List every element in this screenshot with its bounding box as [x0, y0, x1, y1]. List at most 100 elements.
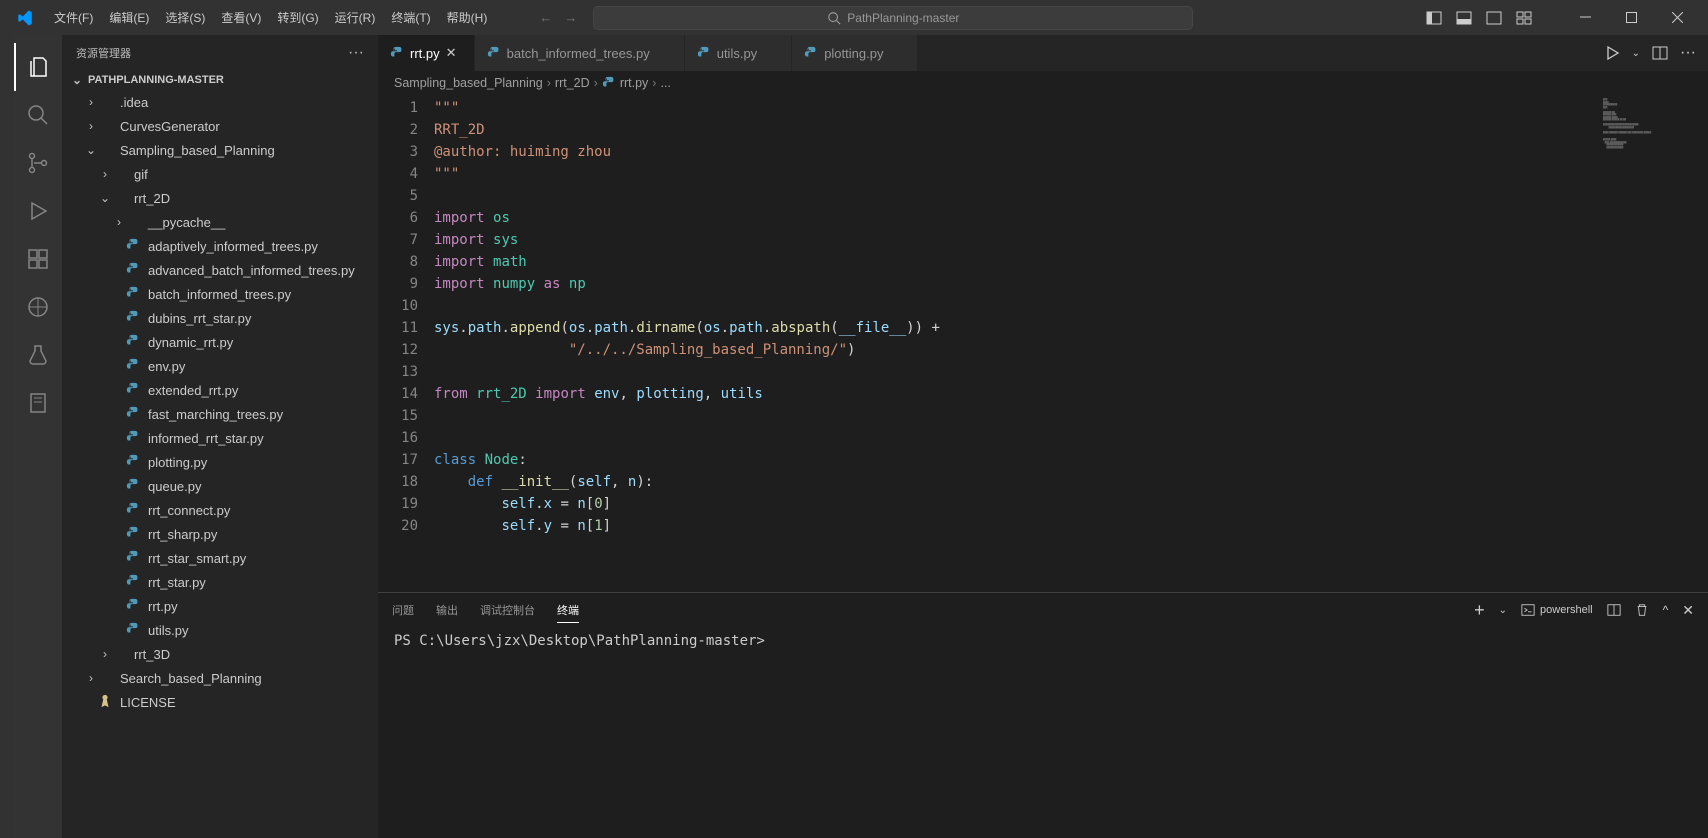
editor-tab[interactable]: rrt.py✕ [378, 35, 475, 71]
panel-tab-output[interactable]: 输出 [436, 598, 458, 622]
file-icon [126, 406, 142, 422]
panel-tab-problems[interactable]: 问题 [392, 598, 414, 622]
remote-activity-icon[interactable] [14, 283, 62, 331]
folder-icon [98, 94, 114, 110]
python-file-icon [697, 46, 711, 60]
file-tree[interactable]: ›.idea›CurvesGenerator⌄Sampling_based_Pl… [62, 90, 378, 838]
extensions-activity-icon[interactable] [14, 235, 62, 283]
menu-item[interactable]: 终端(T) [383, 5, 438, 30]
tree-file[interactable]: rrt_sharp.py [62, 522, 378, 546]
editor-tab[interactable]: batch_informed_trees.py✕ [475, 35, 685, 71]
chevron-down-icon: ⌄ [84, 143, 98, 157]
tree-label: utils.py [148, 623, 188, 638]
titlebar: 文件(F)编辑(E)选择(S)查看(V)转到(G)运行(R)终端(T)帮助(H)… [0, 0, 1708, 35]
tree-folder[interactable]: ›Search_based_Planning [62, 666, 378, 690]
tree-file[interactable]: queue.py [62, 474, 378, 498]
tree-folder[interactable]: ⌄rrt_2D [62, 186, 378, 210]
split-terminal-icon[interactable] [1607, 603, 1621, 617]
menu-item[interactable]: 帮助(H) [439, 5, 496, 30]
nav-back-icon[interactable]: ← [539, 10, 552, 25]
split-editor-icon[interactable] [1652, 45, 1668, 61]
new-terminal-icon[interactable]: + [1474, 600, 1485, 621]
run-icon[interactable] [1604, 45, 1620, 61]
tab-more-icon[interactable]: ··· [1680, 44, 1696, 62]
file-icon [126, 358, 142, 374]
tree-file[interactable]: LICENSE [62, 690, 378, 714]
breadcrumb-seg[interactable]: ... [660, 76, 670, 90]
tree-file[interactable]: batch_informed_trees.py [62, 282, 378, 306]
chevron-right-icon: › [84, 119, 98, 133]
run-debug-activity-icon[interactable] [14, 187, 62, 235]
python-file-icon [602, 76, 616, 90]
tree-file[interactable]: env.py [62, 354, 378, 378]
tree-file[interactable]: plotting.py [62, 450, 378, 474]
menu-item[interactable]: 查看(V) [213, 5, 269, 30]
code-content[interactable]: """ RRT_2D @author: huiming zhou """ imp… [434, 95, 1598, 592]
tree-file[interactable]: advanced_batch_informed_trees.py [62, 258, 378, 282]
tree-folder[interactable]: ›rrt_3D [62, 642, 378, 666]
customize-layout-icon[interactable] [1516, 10, 1532, 26]
tree-file[interactable]: rrt_star_smart.py [62, 546, 378, 570]
panel-tab-terminal[interactable]: 终端 [557, 598, 579, 623]
layout-right-icon[interactable] [1486, 10, 1502, 26]
breadcrumb-seg[interactable]: rrt_2D [555, 76, 590, 90]
menu-item[interactable]: 选择(S) [157, 5, 213, 30]
maximize-button[interactable] [1608, 0, 1654, 35]
tree-folder[interactable]: ›.idea [62, 90, 378, 114]
tree-file[interactable]: rrt.py [62, 594, 378, 618]
chevron-right-icon: › [547, 76, 551, 90]
file-icon [126, 550, 142, 566]
tree-file[interactable]: informed_rrt_star.py [62, 426, 378, 450]
close-panel-icon[interactable]: ✕ [1682, 602, 1694, 619]
nav-forward-icon[interactable]: → [564, 10, 577, 25]
tree-file[interactable]: dynamic_rrt.py [62, 330, 378, 354]
menu-item[interactable]: 编辑(E) [101, 5, 157, 30]
explorer-activity-icon[interactable] [14, 43, 62, 91]
tree-folder[interactable]: ›gif [62, 162, 378, 186]
run-dropdown-icon[interactable]: ⌄ [1632, 48, 1640, 59]
breadcrumb-seg[interactable]: Sampling_based_Planning [394, 76, 543, 90]
tree-folder[interactable]: ⌄Sampling_based_Planning [62, 138, 378, 162]
layout-bottom-icon[interactable] [1456, 10, 1472, 26]
layout-left-icon[interactable] [1426, 10, 1442, 26]
terminal-shell-icon[interactable]: powershell [1521, 603, 1593, 617]
tree-folder[interactable]: ›CurvesGenerator [62, 114, 378, 138]
command-center[interactable]: PathPlanning-master [593, 6, 1193, 30]
close-tab-icon[interactable]: ✕ [446, 45, 462, 61]
menu-item[interactable]: 运行(R) [327, 5, 384, 30]
panel-tab-debug[interactable]: 调试控制台 [480, 598, 535, 622]
sidebar-more-icon[interactable]: ··· [348, 44, 364, 62]
terminal-content[interactable]: PS C:\Users\jzx\Desktop\PathPlanning-mas… [378, 627, 1708, 838]
docs-activity-icon[interactable] [14, 379, 62, 427]
tree-folder[interactable]: ›__pycache__ [62, 210, 378, 234]
file-icon [126, 286, 142, 302]
chevron-right-icon: › [98, 647, 112, 661]
tree-file[interactable]: adaptively_informed_trees.py [62, 234, 378, 258]
search-activity-icon[interactable] [14, 91, 62, 139]
file-icon [126, 238, 142, 254]
menu-item[interactable]: 转到(G) [269, 5, 326, 30]
code-editor[interactable]: 1234567891011121314151617181920 """ RRT_… [378, 95, 1708, 592]
scm-activity-icon[interactable] [14, 139, 62, 187]
close-window-button[interactable] [1654, 0, 1700, 35]
kill-terminal-icon[interactable] [1635, 603, 1649, 617]
tree-file[interactable]: dubins_rrt_star.py [62, 306, 378, 330]
breadcrumb[interactable]: Sampling_based_Planning › rrt_2D › rrt.p… [378, 71, 1708, 95]
terminal-dropdown-icon[interactable]: ⌄ [1499, 605, 1507, 616]
tree-file[interactable]: rrt_connect.py [62, 498, 378, 522]
editor-tab[interactable]: plotting.py✕ [792, 35, 918, 71]
maximize-panel-icon[interactable]: ^ [1663, 603, 1669, 617]
tree-file[interactable]: extended_rrt.py [62, 378, 378, 402]
editor-tab[interactable]: utils.py✕ [685, 35, 792, 71]
tree-file[interactable]: fast_marching_trees.py [62, 402, 378, 426]
tree-file[interactable]: utils.py [62, 618, 378, 642]
testing-activity-icon[interactable] [14, 331, 62, 379]
minimap[interactable]: ███ ████ ██████████ ███ ██████ ██ ██████… [1598, 95, 1708, 592]
tree-file[interactable]: rrt_star.py [62, 570, 378, 594]
python-file-icon [487, 46, 501, 60]
breadcrumb-seg[interactable]: rrt.py [620, 76, 648, 90]
tree-label: fast_marching_trees.py [148, 407, 283, 422]
minimize-button[interactable] [1562, 0, 1608, 35]
menu-item[interactable]: 文件(F) [46, 5, 101, 30]
project-root-header[interactable]: ⌄ PATHPLANNING-MASTER [62, 70, 378, 90]
